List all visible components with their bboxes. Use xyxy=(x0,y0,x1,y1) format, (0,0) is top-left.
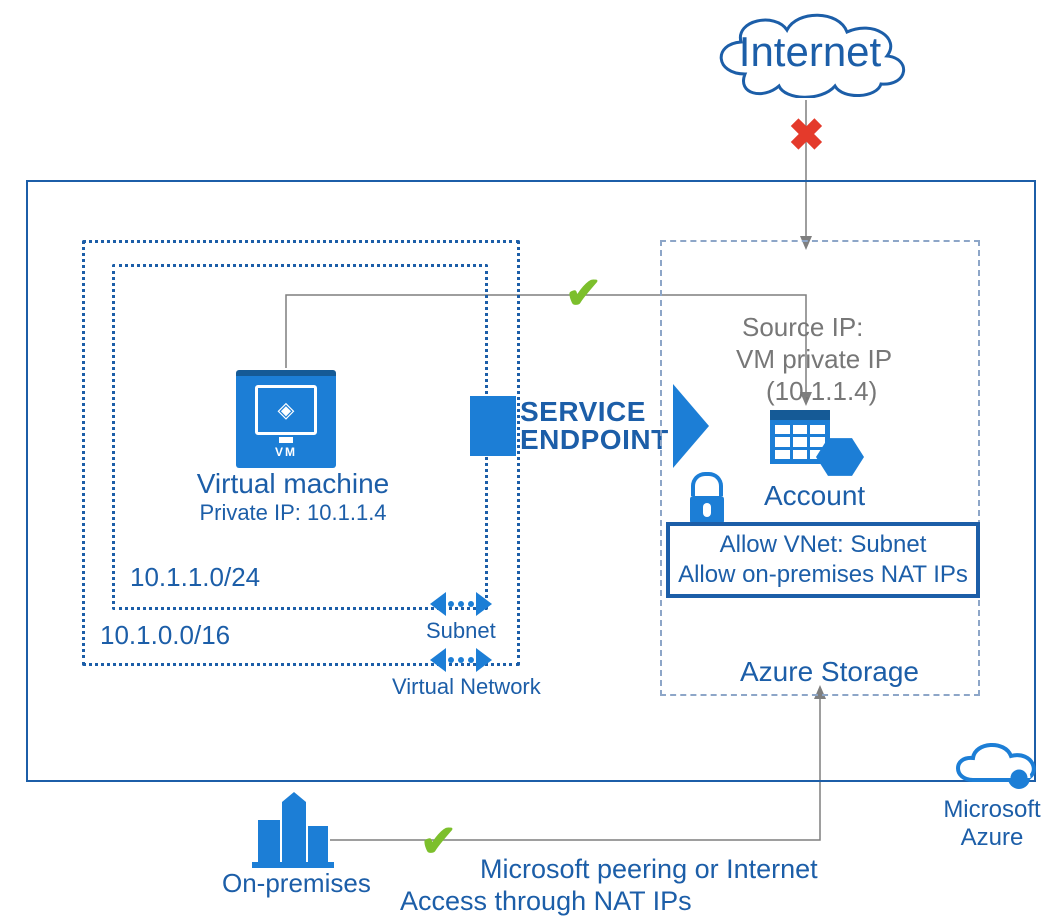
check-icon: ✔ xyxy=(420,816,457,867)
peering-line1: Microsoft peering or Internet xyxy=(480,854,818,885)
azure-storage-label: Azure Storage xyxy=(740,656,919,688)
azure-brand-line1: Microsoft xyxy=(932,796,1052,824)
service-endpoint-line2: ENDPOINT xyxy=(520,426,669,454)
lock-icon xyxy=(690,472,724,524)
buildings-icon xyxy=(248,792,338,873)
subnet-label: Subnet xyxy=(426,618,496,644)
azure-brand-line2: Azure xyxy=(932,824,1052,852)
on-premises-label: On-premises xyxy=(222,868,371,899)
vm-private-ip: Private IP: 10.1.1.4 xyxy=(188,500,398,526)
internet-cloud: Internet xyxy=(705,6,915,103)
vm-title: Virtual machine xyxy=(188,468,398,500)
service-endpoint-line1: SERVICE xyxy=(520,398,669,426)
source-ip-line3: (10.1.1.4) xyxy=(766,376,877,407)
bidirectional-arrow-icon xyxy=(430,648,492,672)
diagram-canvas: Internet ✖ ◈ VM Virtual machine Private … xyxy=(0,0,1058,922)
storage-acl-box: Allow VNet: Subnet Allow on-premises NAT… xyxy=(666,522,980,598)
subnet-cidr: 10.1.1.0/24 xyxy=(130,562,260,593)
azure-storage-box xyxy=(660,240,980,696)
account-label: Account xyxy=(764,480,865,512)
source-ip-line1: Source IP: xyxy=(742,312,863,343)
check-icon: ✔ xyxy=(565,268,602,319)
vm-tile-caption: VM xyxy=(275,445,297,459)
bidirectional-arrow-icon xyxy=(430,592,492,616)
cross-icon: ✖ xyxy=(788,110,825,161)
vm-icon: ◈ VM xyxy=(236,370,336,468)
source-ip-line2: VM private IP xyxy=(736,344,892,375)
peering-line2: Access through NAT IPs xyxy=(400,886,692,917)
vnet-cidr: 10.1.0.0/16 xyxy=(100,620,230,651)
acl-line1: Allow VNet: Subnet xyxy=(676,530,970,560)
internet-label: Internet xyxy=(705,28,915,76)
acl-line2: Allow on-premises NAT IPs xyxy=(676,560,970,590)
azure-cloud-icon xyxy=(940,736,1050,797)
virtual-network-label: Virtual Network xyxy=(392,674,541,700)
